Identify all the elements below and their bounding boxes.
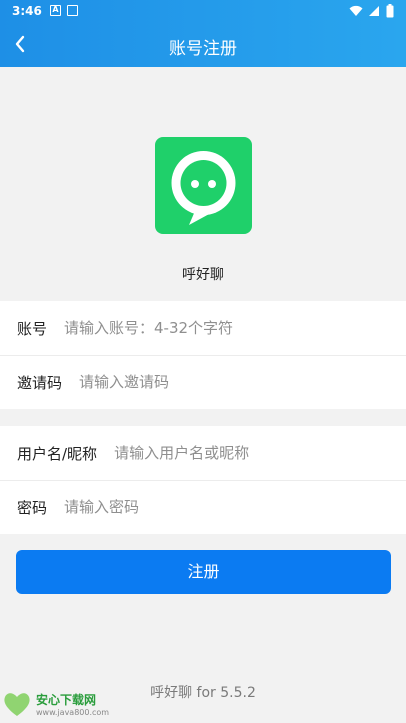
a-notification-icon: A — [50, 5, 61, 16]
account-form-group: 账号 邀请码 — [0, 301, 406, 409]
app-logo — [155, 137, 252, 234]
wifi-icon — [349, 5, 363, 16]
watermark-name: 安心下载网 — [36, 693, 97, 707]
password-input[interactable] — [64, 498, 394, 516]
chat-bubble-face-icon — [171, 151, 236, 225]
navigation-bar: 账号注册 — [0, 24, 406, 67]
site-watermark: 安心下载网 www.java800.com — [0, 686, 109, 723]
username-label: 用户名/昵称 — [17, 444, 98, 463]
register-button[interactable]: 注册 — [16, 550, 391, 594]
invite-code-input[interactable] — [79, 373, 394, 391]
app-name: 呼好聊 — [182, 267, 224, 283]
status-bar: 3:46 A — [0, 0, 406, 24]
account-label: 账号 — [17, 319, 48, 338]
invite-code-label: 邀请码 — [17, 373, 63, 392]
page-title: 账号注册 — [169, 39, 237, 59]
calendar-notification-icon — [67, 5, 78, 16]
invite-code-row: 邀请码 — [0, 355, 406, 409]
profile-form-group: 用户名/昵称 密码 — [0, 426, 406, 534]
account-input[interactable] — [64, 319, 394, 337]
username-row: 用户名/昵称 — [0, 426, 406, 480]
status-notification-icons: A — [50, 5, 78, 16]
account-row: 账号 — [0, 301, 406, 355]
heart-logo-icon — [4, 693, 30, 716]
battery-icon — [386, 4, 394, 18]
password-row: 密码 — [0, 480, 406, 534]
status-system-icons — [349, 4, 394, 18]
cellular-signal-icon — [369, 6, 379, 16]
status-time: 3:46 — [12, 4, 42, 18]
password-label: 密码 — [17, 498, 48, 517]
watermark-url: www.java800.com — [36, 708, 110, 717]
username-input[interactable] — [114, 444, 394, 462]
